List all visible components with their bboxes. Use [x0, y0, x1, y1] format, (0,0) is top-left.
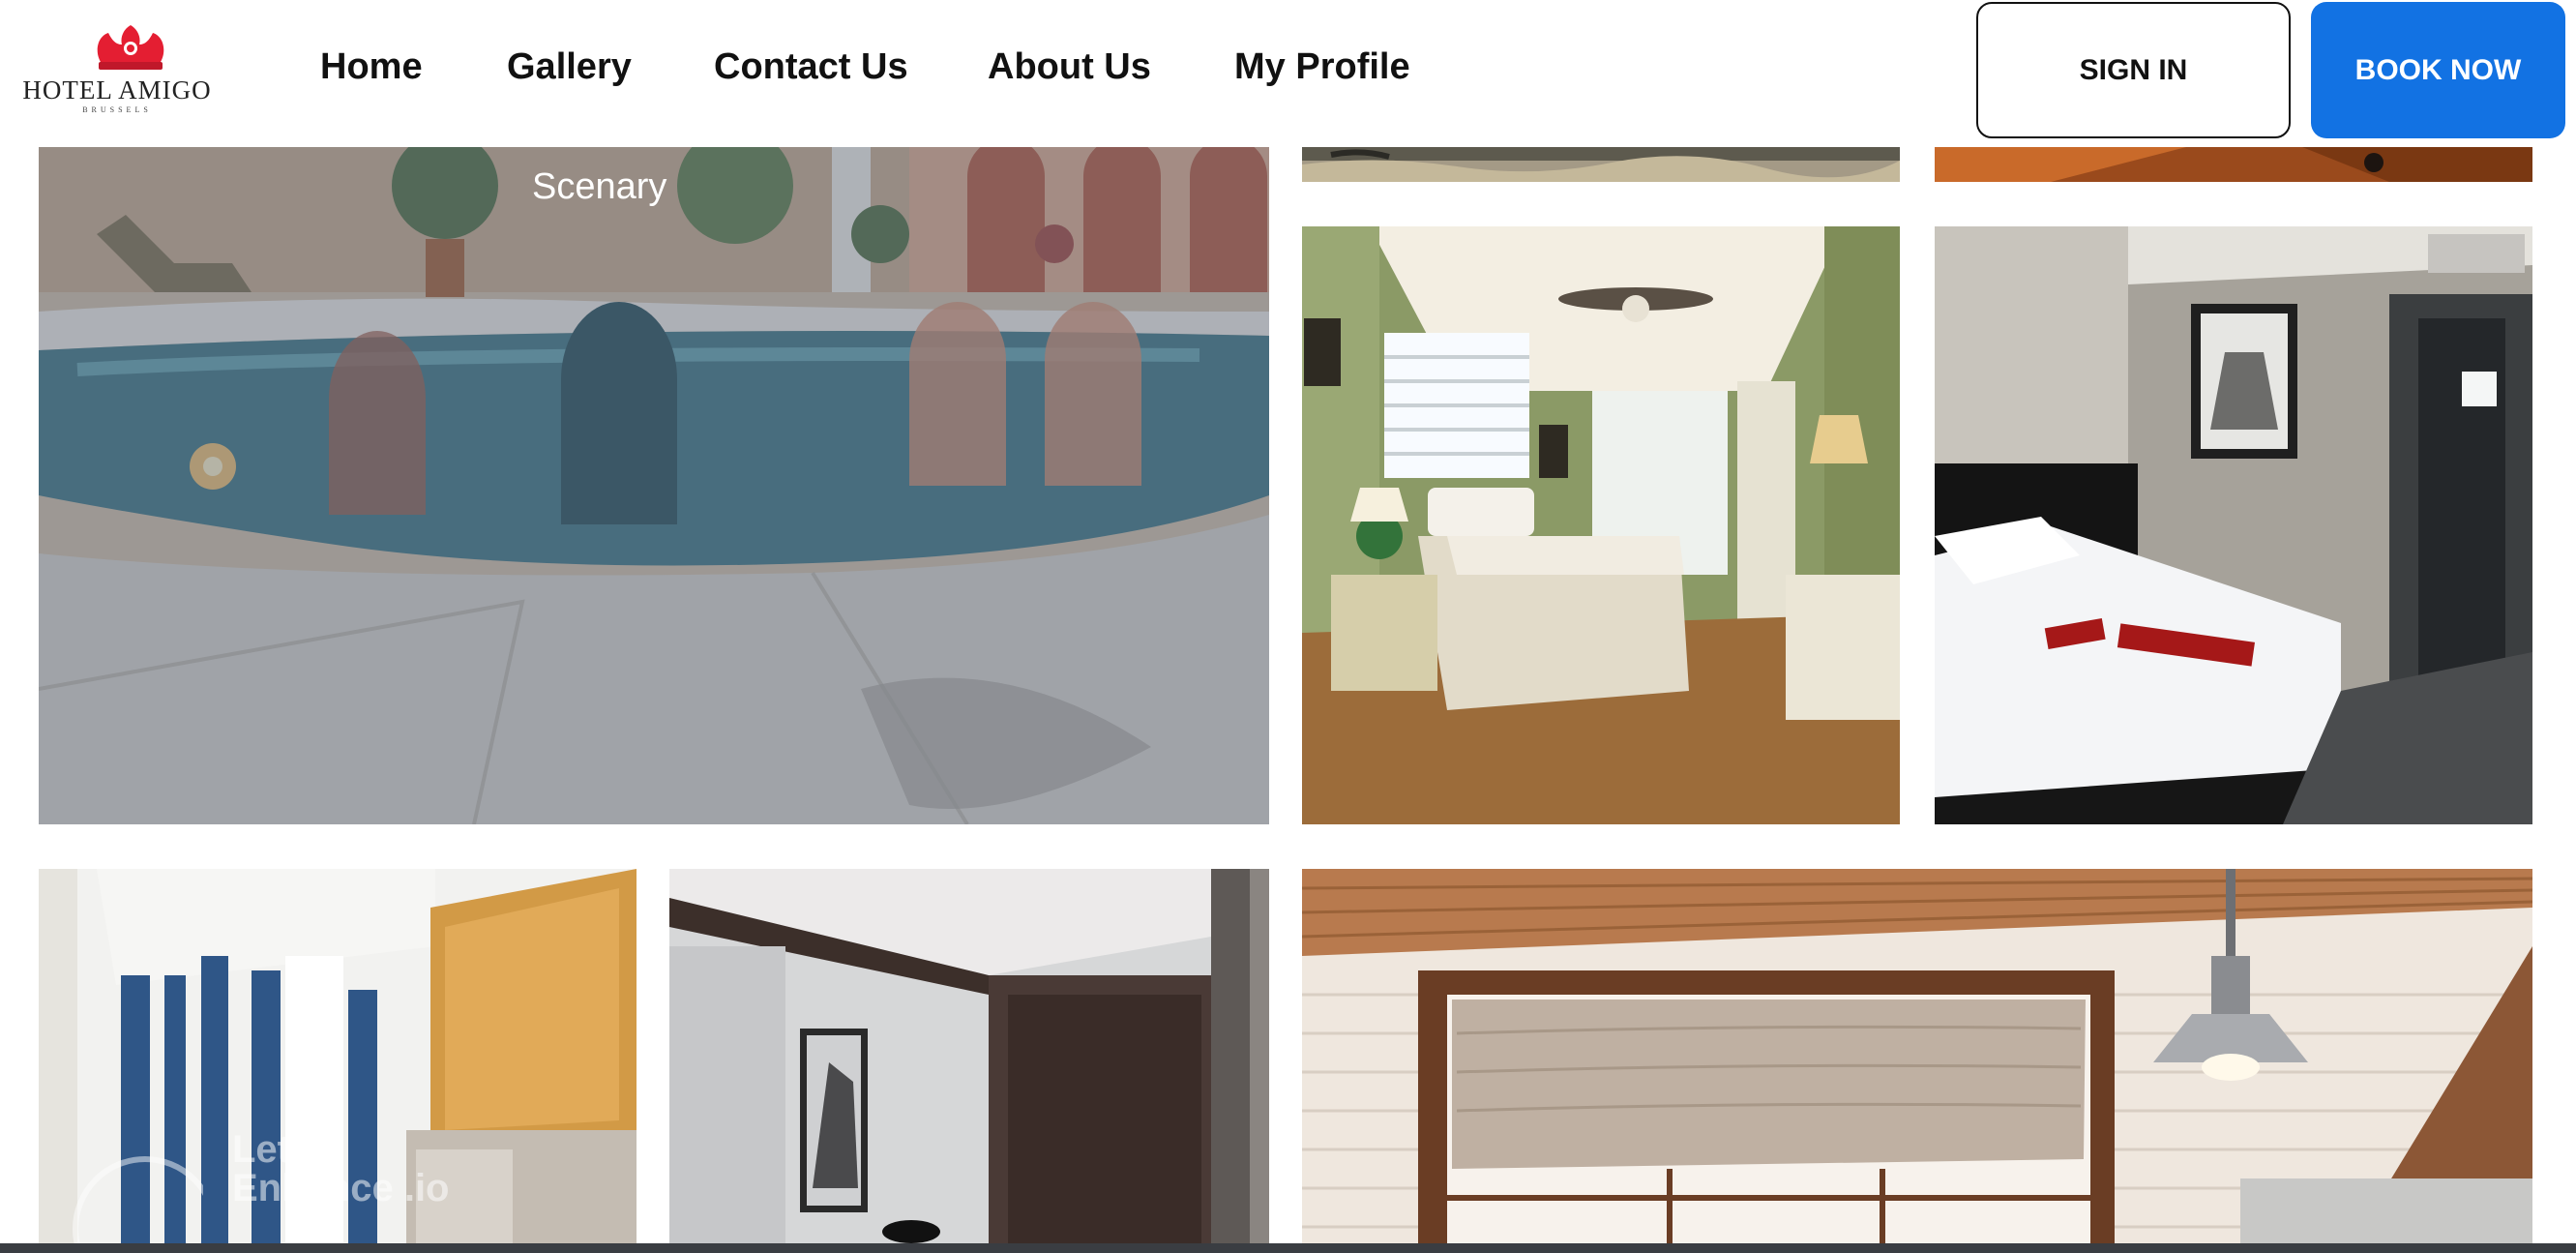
gallery-tile-kitchen-window[interactable]	[1302, 869, 2532, 1243]
site-header: HOTEL AMIGO BRUSSELS Home Gallery Contac…	[0, 0, 2576, 147]
watermark-ring-icon	[73, 1156, 218, 1253]
gallery-tile-pool-scenary[interactable]: Scenary	[39, 147, 1269, 824]
brand-subtitle: BRUSSELS	[82, 105, 152, 114]
book-now-button[interactable]: BOOK NOW	[2311, 2, 2565, 138]
tile-hover-overlay	[39, 147, 1269, 824]
window-bottom-bar	[0, 1243, 2576, 1253]
tile-caption: Scenary	[532, 166, 667, 207]
nav-about-us[interactable]: About Us	[988, 46, 1151, 88]
gallery-tile-green-bedroom[interactable]	[1302, 226, 1900, 824]
gallery-tile-modern-bedroom[interactable]	[1935, 226, 2532, 824]
gallery-tile-partial-wood[interactable]	[1935, 147, 2532, 182]
crest-icon	[97, 25, 164, 70]
nav-gallery[interactable]: Gallery	[507, 46, 632, 88]
sign-in-button[interactable]: SIGN IN	[1976, 2, 2291, 138]
gallery-tile-partial-water[interactable]	[1302, 147, 1900, 182]
gallery-tile-dark-room[interactable]	[669, 869, 1269, 1243]
brand-name: HOTEL AMIGO	[22, 75, 212, 104]
nav-home[interactable]: Home	[320, 46, 423, 88]
watermark-text: Let's Enhance .io	[232, 1128, 450, 1209]
enhance-watermark: Let's Enhance .io	[48, 1122, 455, 1253]
nav-my-profile[interactable]: My Profile	[1234, 46, 1410, 88]
nav-contact-us[interactable]: Contact Us	[714, 46, 908, 88]
hotel-logo[interactable]: HOTEL AMIGO BRUSSELS	[17, 23, 217, 114]
